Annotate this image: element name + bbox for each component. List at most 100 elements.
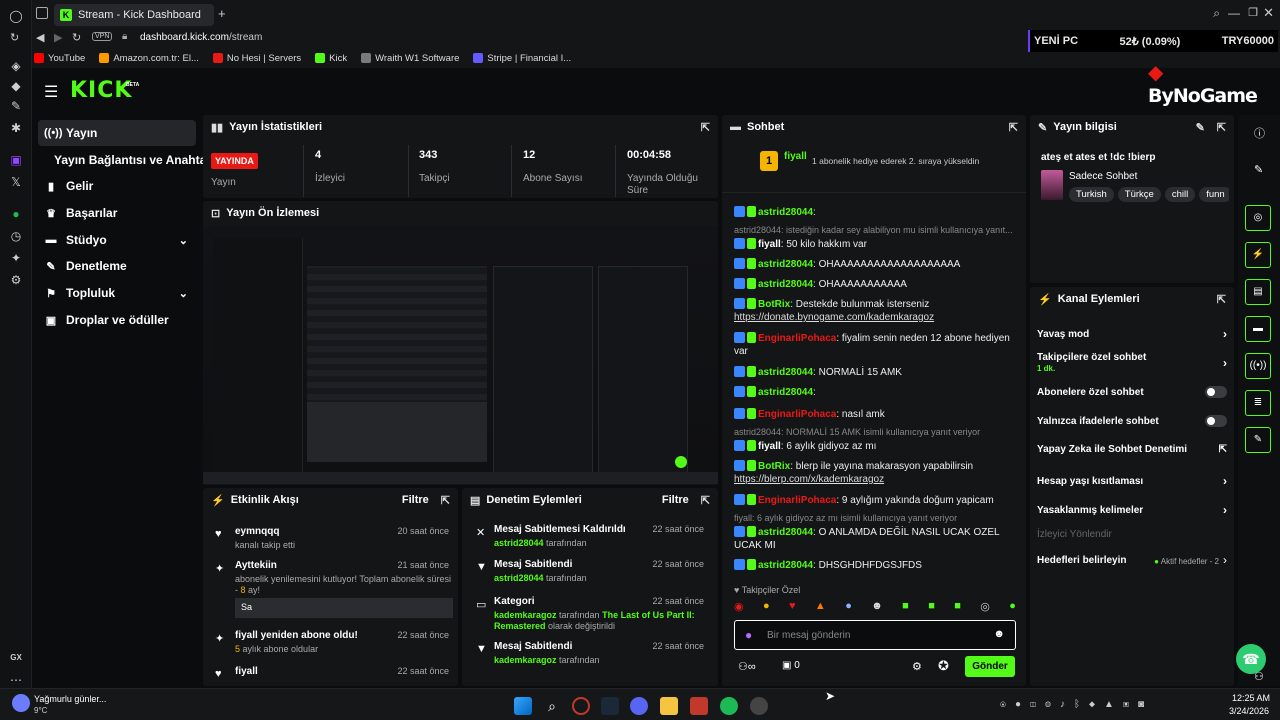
windows-start-icon[interactable] — [514, 697, 532, 715]
channel-action-item[interactable]: Yapay Zeka ile Sohbet Denetimi ⇱ — [1037, 444, 1227, 455]
chat-username[interactable]: astrid28044 — [758, 367, 813, 378]
pencil-icon[interactable]: ✎ — [1254, 163, 1263, 176]
emote-icon[interactable]: ● — [845, 600, 852, 616]
chat-link[interactable]: https://blerp.com/x/kademkaragoz — [734, 474, 884, 485]
bookmark-item[interactable]: YouTube — [34, 53, 85, 64]
search-icon[interactable]: ⌕ — [543, 697, 561, 715]
chat-username[interactable]: EnginarliPohaca — [758, 333, 836, 344]
category-thumbnail[interactable] — [1041, 170, 1063, 200]
emote-icon[interactable]: ◎ — [980, 600, 990, 616]
emote-icon[interactable]: ▲ — [815, 600, 826, 616]
chat-username[interactable]: BotRix — [758, 461, 790, 472]
category-name[interactable]: Sadece Sohbet — [1069, 171, 1137, 182]
forward-icon[interactable]: ▶ — [54, 31, 62, 44]
chat-username[interactable]: BotRix — [758, 299, 790, 310]
emote-icon[interactable]: ■ — [954, 600, 961, 616]
emote-icon[interactable]: ● — [763, 600, 770, 616]
rail-broadcast-button[interactable]: ((•)) — [1245, 353, 1271, 379]
chat-username[interactable]: astrid28044 — [758, 259, 813, 270]
send-button[interactable]: Gönder — [965, 656, 1015, 677]
channel-action-item[interactable]: Yasaklanmış kelimeler › — [1037, 503, 1227, 517]
workspace-icon[interactable] — [36, 7, 48, 19]
tag-chip[interactable]: funn — [1199, 187, 1229, 202]
clock-date[interactable]: 3/24/2026 — [1229, 706, 1269, 716]
sidebar-app-icon[interactable]: ✎ — [8, 98, 24, 114]
sidenav-item[interactable]: ⚑ Topluluk ⌄ — [38, 280, 196, 306]
bookmark-item[interactable]: Amazon.com.tr: El... — [99, 53, 199, 64]
discord-icon[interactable] — [630, 697, 648, 715]
sidenav-item[interactable]: ▮ Gelir — [38, 173, 196, 199]
rail-camera-button[interactable]: ◎ — [1245, 205, 1271, 231]
emote-icon[interactable]: ☻ — [871, 600, 883, 616]
spotify-icon[interactable]: ● — [8, 206, 24, 222]
channel-action-item[interactable]: Yalnızca ifadelerle sohbet — [1037, 415, 1227, 427]
obs-icon[interactable] — [750, 697, 768, 715]
channel-action-item[interactable]: Takipçilere özel sohbet 1 dk. › — [1037, 352, 1227, 374]
rail-doc-button[interactable]: ▤ — [1245, 279, 1271, 305]
edit-icon[interactable]: ✎ — [1196, 121, 1205, 134]
tag-chip[interactable]: chill — [1164, 187, 1196, 202]
emote-icon[interactable]: ● — [1009, 600, 1016, 616]
emote-icon[interactable]: ■ — [928, 600, 935, 616]
refresh-icon[interactable]: ↻ — [72, 31, 81, 44]
close-icon[interactable]: ✕ — [1263, 5, 1274, 21]
channel-action-item[interactable]: Yavaş mod › — [1037, 327, 1227, 341]
info-icon[interactable]: ⓘ — [1254, 125, 1265, 141]
chat-link[interactable]: https://donate.bynogame.com/kademkaragoz — [734, 312, 934, 323]
sidenav-item[interactable]: ▣ Droplar ve ödüller — [38, 307, 196, 333]
chat-input[interactable]: ● Bir mesaj gönderin ☻ — [734, 620, 1016, 650]
activity-filter-button[interactable]: Filtre — [402, 494, 429, 506]
popout-icon[interactable]: ⇱ — [441, 494, 450, 507]
popout-icon[interactable]: ⇱ — [701, 121, 710, 134]
chat-settings-icon[interactable]: ⚙ — [912, 660, 922, 673]
stream-preview-video[interactable] — [203, 226, 718, 484]
toggle-switch[interactable] — [1205, 386, 1227, 398]
more-icon[interactable]: ⋯ — [8, 672, 24, 688]
emoji-icon[interactable]: ☻ — [993, 628, 1005, 640]
popout-icon[interactable]: ⇱ — [701, 494, 710, 507]
emote-icon[interactable]: ♥ — [789, 600, 796, 616]
chat-username[interactable]: EnginarliPohaca — [758, 409, 836, 420]
popout-icon[interactable]: ⇱ — [1217, 293, 1226, 306]
chat-username[interactable]: astrid28044 — [758, 279, 813, 290]
tag-chip[interactable]: Türkçe — [1117, 187, 1161, 202]
back-icon[interactable]: ◀ — [36, 31, 44, 44]
community-icon[interactable]: ⚇∞ — [738, 660, 756, 673]
chat-username[interactable]: EnginarliPohaca — [758, 495, 836, 506]
emote-icon[interactable]: ◉ — [734, 600, 744, 616]
settings-icon[interactable]: ⚙ — [8, 272, 24, 288]
maximize-icon[interactable]: ❐ — [1248, 6, 1258, 19]
sidebar-app-icon[interactable]: ◆ — [8, 78, 24, 94]
new-tab-icon[interactable]: + — [218, 6, 226, 21]
sidebar-app-icon[interactable]: ◈ — [8, 58, 24, 74]
clock-time[interactable]: 12:25 AM — [1232, 693, 1270, 703]
popout-icon[interactable]: ⇱ — [1217, 121, 1226, 134]
emote-icon[interactable]: ■ — [902, 600, 909, 616]
sidenav-item[interactable]: Yayın Bağlantısı ve Anahtarı — [38, 147, 214, 173]
tag-chip[interactable]: Turkish — [1069, 187, 1114, 202]
reload-icon[interactable]: ↻ — [10, 31, 19, 44]
sidenav-item[interactable]: ♛ Başarılar — [38, 200, 196, 226]
url-text[interactable]: dashboard.kick.com/stream — [140, 32, 262, 43]
modlog-filter-button[interactable]: Filtre — [662, 494, 689, 506]
rail-bolt-button[interactable]: ⚡ — [1245, 242, 1271, 268]
sidebar-app-icon[interactable]: ✱ — [8, 120, 24, 136]
bookmark-item[interactable]: Kick — [315, 53, 347, 64]
extension-icon[interactable]: ✦ — [8, 250, 24, 266]
chat-username[interactable]: astrid28044 — [758, 560, 813, 571]
toggle-switch[interactable] — [1205, 415, 1227, 427]
channel-action-item[interactable]: Hedefleri belirleyin ● Aktif hedefler - 2… — [1037, 553, 1227, 567]
mic-icon[interactable]: ● — [745, 628, 752, 642]
hamburger-menu-icon[interactable]: ☰ — [44, 82, 58, 102]
chat-username[interactable]: astrid28044 — [758, 207, 813, 218]
history-icon[interactable]: ◷ — [8, 228, 24, 244]
kick-logo[interactable]: KICK — [70, 78, 132, 103]
chat-username[interactable]: fiyall — [758, 239, 781, 250]
popout-icon[interactable]: ⇱ — [1009, 121, 1018, 134]
chat-username[interactable]: fiyall — [758, 441, 781, 452]
vpn-badge[interactable]: VPN — [92, 32, 113, 41]
sidenav-item[interactable]: ✎ Denetleme — [38, 253, 196, 279]
twitch-icon[interactable]: ▣ — [8, 152, 24, 168]
bookmark-item[interactable]: No Hesi | Servers — [212, 53, 301, 64]
spotify-icon[interactable] — [720, 697, 738, 715]
